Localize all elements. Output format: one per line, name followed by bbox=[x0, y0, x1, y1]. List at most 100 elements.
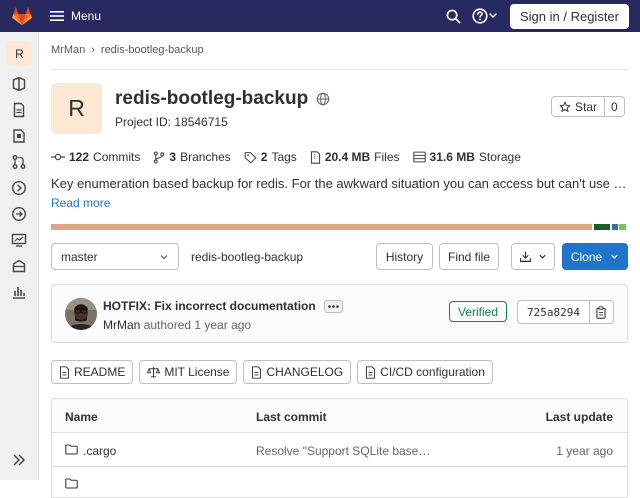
file-tree-table: Name Last commit Last update .cargo Reso… bbox=[51, 398, 628, 498]
branches-stat[interactable]: 3 Branches bbox=[153, 150, 231, 164]
breadcrumb: MrMan › redis-bootleg-backup bbox=[51, 44, 204, 56]
commit-author-link[interactable]: MrMan bbox=[103, 318, 140, 332]
toggle-commit-description-button[interactable] bbox=[323, 299, 343, 313]
changelog-label: CHANGELOG bbox=[266, 365, 344, 379]
search-icon bbox=[446, 9, 460, 23]
language-segment bbox=[619, 224, 627, 230]
project-stats: 122 Commits 3 Branches 2 Tags 20.4 MB Fi… bbox=[51, 150, 534, 164]
file-name-link[interactable]: .cargo bbox=[83, 444, 116, 458]
star-button[interactable]: Star bbox=[551, 96, 606, 117]
doc-text-icon bbox=[252, 365, 262, 379]
gitlab-logo[interactable] bbox=[0, 0, 44, 32]
project-id: Project ID: 18546715 bbox=[115, 115, 228, 129]
repo-path[interactable]: redis-bootleg-backup bbox=[191, 250, 303, 264]
commits-stat[interactable]: 122 Commits bbox=[51, 150, 140, 164]
collapse-sidebar-icon[interactable] bbox=[11, 452, 27, 468]
commits-label: Commits bbox=[93, 150, 141, 164]
sidebar-project-avatar[interactable]: R bbox=[7, 41, 32, 66]
column-header-last-update: Last update bbox=[545, 410, 613, 424]
star-group: Star 0 bbox=[551, 96, 625, 117]
file-last-commit-link[interactable]: Resolve "Support SQLite base… bbox=[256, 444, 430, 458]
column-header-name: Name bbox=[65, 410, 98, 424]
history-button[interactable]: History bbox=[376, 243, 433, 270]
files-size: 20.4 MB bbox=[324, 150, 371, 164]
monitor-icon[interactable] bbox=[11, 232, 27, 248]
license-label: MIT License bbox=[164, 365, 230, 379]
folder-icon bbox=[65, 444, 78, 455]
file-tree-header: Name Last commit Last update bbox=[52, 399, 627, 433]
menu-label: Menu bbox=[71, 9, 102, 23]
top-navbar: Menu Sign in / Register bbox=[0, 0, 640, 32]
storage-size: 31.6 MB bbox=[429, 150, 475, 164]
table-row[interactable]: .cargo Resolve "Support SQLite base… 1 y… bbox=[52, 433, 627, 467]
tags-count: 2 bbox=[260, 150, 268, 164]
cicd-configuration-button[interactable]: CI/CD configuration bbox=[357, 360, 493, 384]
tags-stat[interactable]: 2 Tags bbox=[244, 150, 297, 164]
ellipsis-icon bbox=[327, 304, 339, 308]
repository-languages-bar bbox=[51, 224, 628, 230]
breadcrumb-project[interactable]: redis-bootleg-backup bbox=[101, 44, 204, 56]
project-title: redis-bootleg-backup bbox=[115, 88, 330, 110]
tag-icon bbox=[244, 151, 257, 163]
storage-stat[interactable]: 31.6 MB Storage bbox=[412, 150, 521, 164]
star-count[interactable]: 0 bbox=[605, 96, 625, 117]
clone-label: Clone bbox=[570, 249, 603, 264]
author-avatar[interactable] bbox=[65, 298, 97, 330]
scale-icon bbox=[147, 367, 161, 378]
sign-in-register-button[interactable]: Sign in / Register bbox=[510, 3, 629, 29]
packages-icon[interactable] bbox=[11, 258, 27, 274]
repository-icon[interactable] bbox=[11, 102, 27, 118]
commit-message-link[interactable]: HOTFIX: Fix incorrect documentation bbox=[103, 299, 316, 313]
project-sidebar: R bbox=[0, 32, 39, 480]
project-name: redis-bootleg-backup bbox=[115, 88, 309, 109]
deployments-icon[interactable] bbox=[11, 206, 27, 222]
doc-text-icon bbox=[366, 365, 376, 379]
commits-count: 122 bbox=[69, 150, 90, 164]
ci-cd-icon[interactable] bbox=[11, 180, 27, 196]
read-more-link[interactable]: Read more bbox=[51, 196, 110, 210]
issues-icon[interactable] bbox=[11, 128, 27, 144]
chevron-down-icon bbox=[611, 254, 618, 259]
help-dropdown[interactable] bbox=[468, 1, 502, 31]
clone-dropdown[interactable]: Clone bbox=[562, 243, 628, 270]
readme-label: README bbox=[74, 365, 126, 379]
search-button[interactable] bbox=[438, 1, 468, 31]
hamburger-icon bbox=[50, 11, 64, 21]
license-button[interactable]: MIT License bbox=[139, 360, 238, 384]
tags-label: Tags bbox=[271, 150, 297, 164]
doc-text-icon bbox=[59, 365, 70, 379]
files-label: Files bbox=[374, 150, 400, 164]
files-stat[interactable]: 20.4 MB Files bbox=[310, 150, 400, 164]
branch-dropdown[interactable]: master bbox=[51, 243, 179, 270]
star-label: Star bbox=[575, 99, 598, 114]
verified-badge[interactable]: Verified bbox=[449, 301, 508, 322]
commit-authored-time: authored 1 year ago bbox=[143, 318, 252, 332]
download-dropdown[interactable] bbox=[511, 243, 555, 270]
menu-button[interactable]: Menu bbox=[50, 9, 101, 23]
merge-requests-icon[interactable] bbox=[11, 154, 27, 170]
commit-title: HOTFIX: Fix incorrect documentation bbox=[103, 299, 343, 313]
project-buttons: README MIT License CHANGELOG CI/CD confi… bbox=[51, 360, 493, 384]
commit-meta: MrMan authored 1 year ago bbox=[103, 318, 251, 332]
copy-sha-button[interactable] bbox=[589, 300, 614, 324]
question-circle-icon bbox=[472, 8, 497, 24]
branches-count: 3 bbox=[169, 150, 177, 164]
find-file-button[interactable]: Find file bbox=[439, 243, 499, 270]
copy-icon bbox=[596, 305, 607, 319]
globe-icon bbox=[316, 92, 330, 106]
analytics-icon[interactable] bbox=[11, 284, 27, 300]
language-segment bbox=[51, 224, 593, 230]
breadcrumb-separator: › bbox=[91, 44, 95, 56]
table-row[interactable] bbox=[52, 467, 627, 497]
branch-icon bbox=[154, 150, 165, 164]
breadcrumb-owner[interactable]: MrMan bbox=[51, 44, 85, 56]
breadcrumb-divider bbox=[51, 69, 628, 70]
language-segment bbox=[593, 224, 611, 230]
changelog-button[interactable]: CHANGELOG bbox=[243, 360, 352, 384]
commit-sha[interactable]: 725a8294 bbox=[517, 300, 590, 324]
chevron-down-icon bbox=[539, 254, 546, 259]
last-commit-panel: HOTFIX: Fix incorrect documentation MrMa… bbox=[51, 284, 628, 343]
readme-button[interactable]: README bbox=[51, 360, 134, 384]
disk-icon bbox=[412, 151, 426, 163]
project-overview-icon[interactable] bbox=[11, 76, 27, 92]
